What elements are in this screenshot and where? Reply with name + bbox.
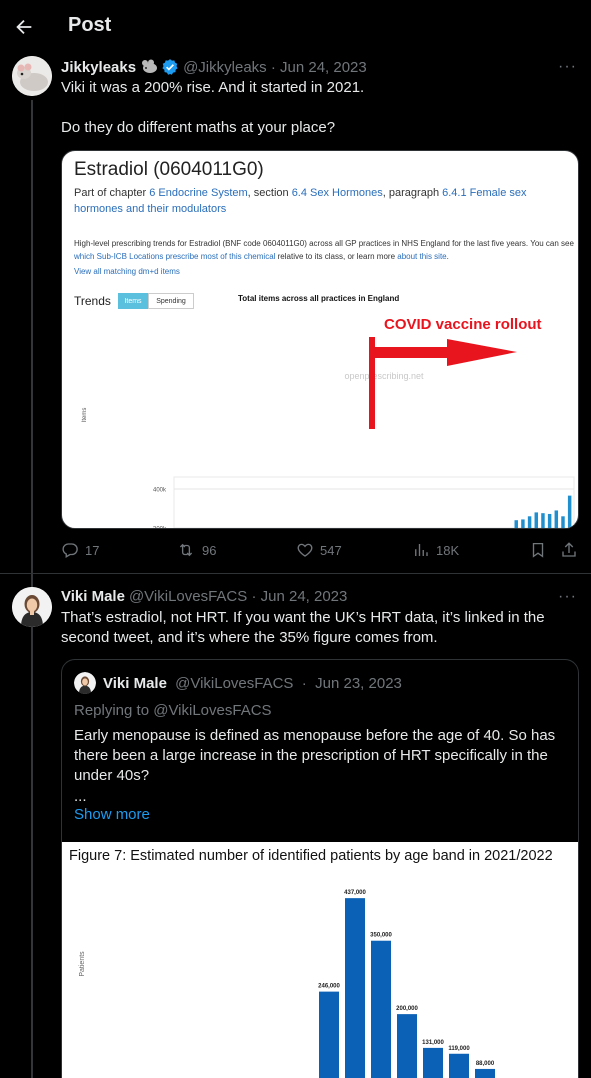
views-button[interactable]: 18K <box>412 541 459 559</box>
bar <box>423 1047 443 1078</box>
bookmark-button[interactable] <box>529 541 547 559</box>
top-bar: Post <box>0 0 591 53</box>
quote-author-handle: @VikiLovesFACS <box>175 675 294 692</box>
bookmark-icon <box>532 542 544 558</box>
quote-avatar <box>74 672 96 694</box>
like-count: 547 <box>320 542 342 558</box>
tweet-text-line-1: Viki it was a 200% rise. And it started … <box>61 79 365 96</box>
view-count: 18K <box>436 542 460 558</box>
tweet-header: Jikkyleaks @Jikkyleaks · Jun 24, 2023 <box>61 58 367 76</box>
covid-annotation: COVID vaccine rollout <box>384 316 542 333</box>
annotation-arrow-head <box>447 339 517 366</box>
more-options-icon[interactable]: ··· <box>558 58 577 76</box>
author-name[interactable]: Viki Male <box>61 588 125 605</box>
replying-to: Replying to @VikiLovesFACS <box>74 702 272 719</box>
data-label: 88,000 <box>476 1061 495 1067</box>
share-icon <box>562 542 576 557</box>
bar <box>514 520 518 528</box>
bar <box>561 516 565 528</box>
y-tick-label: 300k <box>153 527 167 530</box>
bar <box>521 519 525 528</box>
data-label: 246,000 <box>318 984 340 990</box>
quoted-tweet[interactable]: Viki Male @VikiLovesFACS · Jun 23, 2023 … <box>61 659 579 1078</box>
author-name[interactable]: Jikkyleaks <box>61 59 136 76</box>
reply-icon <box>62 543 78 558</box>
data-label: 131,000 <box>422 1040 444 1046</box>
tweet-actions: 17 96 547 18K <box>61 541 579 563</box>
back-arrow-icon[interactable] <box>10 13 38 41</box>
views-icon <box>415 544 428 556</box>
author-handle[interactable]: @Jikkyleaks <box>183 59 267 76</box>
tweet-date[interactable]: Jun 24, 2023 <box>261 588 348 605</box>
bar <box>397 1014 417 1078</box>
page-title: Post <box>68 14 112 36</box>
tweet-divider <box>0 573 591 574</box>
bar <box>345 898 365 1078</box>
repost-count: 96 <box>202 542 217 558</box>
reply-count: 17 <box>85 542 100 558</box>
quote-header: Viki Male @VikiLovesFACS · Jun 23, 2023 <box>103 675 402 692</box>
show-more-link[interactable]: Show more <box>74 806 150 823</box>
bar <box>541 513 545 528</box>
quote-author-name: Viki Male <box>103 675 167 692</box>
data-label: 119,000 <box>448 1046 470 1052</box>
annotation-arrow-shaft <box>369 347 449 358</box>
tweet-text-line-2: Do they do different maths at your place… <box>61 119 336 136</box>
quote-date: Jun 23, 2023 <box>315 675 402 692</box>
bar <box>554 510 559 528</box>
data-label: 200,000 <box>396 1006 418 1012</box>
more-options-icon[interactable]: ··· <box>558 588 577 606</box>
separator: · <box>247 588 261 605</box>
like-button[interactable]: 547 <box>296 541 342 559</box>
data-label: 437,000 <box>344 890 366 896</box>
separator: · <box>297 675 311 692</box>
bar <box>449 1053 469 1078</box>
avatar[interactable] <box>12 56 52 96</box>
reply-button[interactable]: 17 <box>61 541 99 559</box>
attached-image-estradiol[interactable]: Estradiol (0604011G0) Part of chapter 6 … <box>61 150 579 529</box>
y-tick-label: 400k <box>153 488 167 494</box>
bar <box>547 513 552 528</box>
tweet-text: That’s estradiol, not HRT. If you want t… <box>61 609 545 646</box>
repost-button[interactable]: 96 <box>176 541 216 559</box>
repost-icon <box>179 543 193 557</box>
plot-area <box>173 476 575 528</box>
quote-ellipsis: ... <box>74 788 87 805</box>
watermark-text: openprescribing.net <box>344 371 424 381</box>
y-axis-label: Patients <box>79 951 86 977</box>
quote-figure-image[interactable]: Figure 7: Estimated number of identified… <box>62 842 578 1078</box>
bar <box>371 940 391 1078</box>
data-label: 350,000 <box>370 933 392 939</box>
heart-icon <box>297 543 313 557</box>
tweet-header: Viki Male @VikiLovesFACS · Jun 24, 2023 <box>61 588 347 605</box>
bar <box>567 495 572 528</box>
age-band-bar-chart: 246,000 437,000 350,000 200,000 131,000 119,0… <box>79 890 495 1078</box>
bar <box>527 516 532 528</box>
bar <box>475 1068 495 1078</box>
bar <box>319 991 339 1078</box>
verified-badge-icon <box>161 58 179 76</box>
tweet-date[interactable]: Jun 24, 2023 <box>280 59 367 76</box>
author-handle[interactable]: @VikiLovesFACS <box>129 588 247 605</box>
avatar[interactable] <box>12 587 52 627</box>
y-axis-label: Items <box>82 408 88 423</box>
estradiol-bar-chart: 0100k200k300k400kJul '18Jan '19Jul '19Ja… <box>82 337 575 530</box>
separator: · <box>266 58 280 76</box>
quote-text: Early menopause is defined as menopause … <box>74 727 556 784</box>
bar <box>534 512 539 528</box>
share-button[interactable] <box>560 541 578 559</box>
mouse-emoji-icon <box>140 59 158 75</box>
bar <box>508 528 511 529</box>
